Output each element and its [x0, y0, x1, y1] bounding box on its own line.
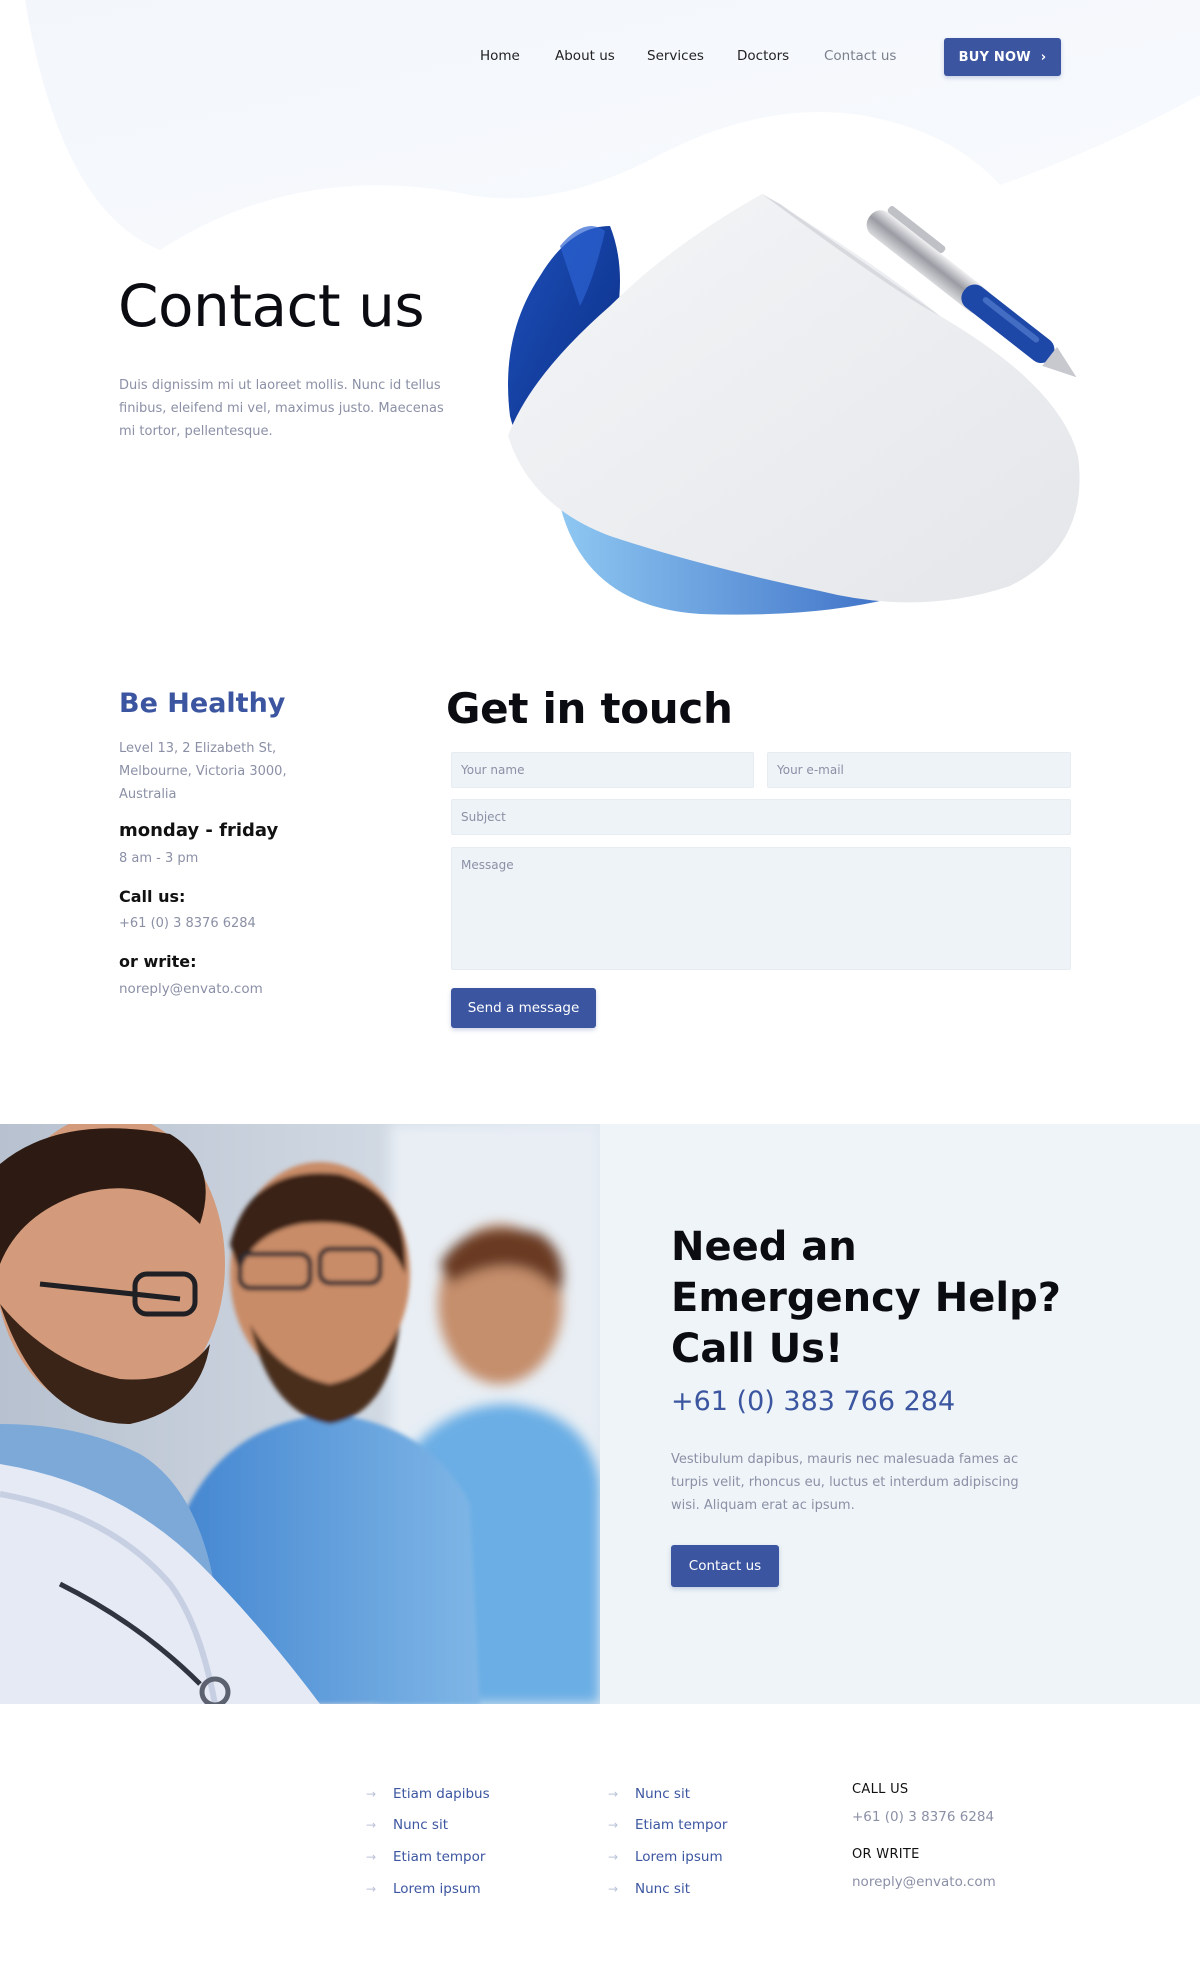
page-title: Contact us	[118, 272, 425, 340]
hero-description: Duis dignissim mi ut laoreet mollis. Nun…	[119, 378, 444, 439]
footer-links-col-2: → Nunc sit → Etiam tempor → Lorem ipsum → Nu…	[608, 1778, 727, 1904]
footer-link-label: Etiam tempor	[393, 1848, 486, 1865]
footer-link-label: Etiam tempor	[635, 1817, 728, 1834]
emergency-description: Vestibulum dapibus, mauris nec malesuada…	[671, 1452, 1019, 1513]
arrow-right-icon: →	[366, 1786, 377, 1801]
footer-phone[interactable]: +61 (0) 3 8376 6284	[852, 1809, 994, 1825]
nav-contact[interactable]: Contact us	[824, 48, 896, 64]
info-hours: 8 am - 3 pm	[119, 851, 199, 866]
arrow-right-icon: →	[366, 1881, 377, 1896]
footer-link[interactable]: → Lorem ipsum	[366, 1873, 490, 1905]
footer-link[interactable]: → Etiam tempor	[608, 1810, 727, 1842]
info-hours-label: monday - friday	[119, 820, 279, 841]
emergency-panel: Need an Emergency Help? Call Us! +61 (0)…	[600, 1124, 1200, 1704]
footer-call-heading: CALL US	[852, 1782, 909, 1797]
arrow-right-icon: →	[608, 1881, 619, 1896]
contact-us-button[interactable]: Contact us	[671, 1545, 779, 1587]
info-title: Be Healthy	[119, 688, 286, 719]
arrow-right-icon: →	[608, 1818, 619, 1833]
send-message-button[interactable]: Send a message	[451, 988, 596, 1028]
clipboard-pen-illustration	[508, 194, 1080, 615]
footer-email[interactable]: noreply@envato.com	[852, 1874, 996, 1890]
footer-link-label: Nunc sit	[635, 1880, 691, 1897]
info-phone[interactable]: +61 (0) 3 8376 6284	[119, 916, 256, 931]
hero-illustration	[500, 186, 1090, 626]
info-call-label: Call us:	[119, 887, 186, 906]
arrow-right-icon: →	[366, 1849, 377, 1864]
nav-services[interactable]: Services	[647, 48, 704, 64]
arrow-right-icon: →	[608, 1849, 619, 1864]
emergency-section: Need an Emergency Help? Call Us! +61 (0)…	[0, 1124, 1200, 1704]
info-address: Level 13, 2 Elizabeth St, Melbourne, Vic…	[119, 741, 287, 802]
emergency-title: Need an Emergency Help? Call Us!	[671, 1224, 1061, 1372]
main-nav: Home About us Services Doctors Contact u…	[0, 38, 1200, 76]
arrow-right-icon: →	[366, 1818, 377, 1833]
nav-about[interactable]: About us	[555, 48, 615, 64]
message-field[interactable]	[451, 847, 1071, 970]
name-field[interactable]	[451, 752, 754, 788]
doctors-photo	[0, 1124, 600, 1704]
subject-field[interactable]	[451, 799, 1071, 835]
footer-links-col-1: → Etiam dapibus → Nunc sit → Etiam tempor →…	[366, 1778, 490, 1904]
nav-doctors[interactable]: Doctors	[737, 48, 789, 64]
nav-home[interactable]: Home	[480, 48, 520, 64]
footer-link-label: Nunc sit	[393, 1817, 449, 1834]
info-email[interactable]: noreply@envato.com	[119, 981, 263, 997]
arrow-right-icon: →	[608, 1786, 619, 1801]
emergency-phone[interactable]: +61 (0) 383 766 284	[671, 1386, 955, 1417]
footer-link[interactable]: → Nunc sit	[608, 1778, 727, 1810]
chevron-right-icon: ›	[1040, 49, 1047, 65]
footer-link[interactable]: → Etiam tempor	[366, 1841, 490, 1873]
footer-link-label: Lorem ipsum	[635, 1848, 723, 1865]
footer-link[interactable]: → Etiam dapibus	[366, 1778, 490, 1810]
footer-link[interactable]: → Lorem ipsum	[608, 1841, 727, 1873]
form-title: Get in touch	[446, 684, 733, 733]
footer-link-label: Lorem ipsum	[393, 1880, 481, 1897]
info-write-label: or write:	[119, 952, 197, 971]
footer-link[interactable]: → Nunc sit	[608, 1873, 727, 1905]
buy-now-label: BUY NOW	[958, 49, 1031, 65]
footer-link-label: Nunc sit	[635, 1785, 691, 1802]
buy-now-button[interactable]: BUY NOW ›	[944, 38, 1061, 76]
footer-write-heading: OR WRITE	[852, 1847, 920, 1862]
footer-link[interactable]: → Nunc sit	[366, 1810, 490, 1842]
doctors-photo-illustration	[0, 1124, 600, 1704]
email-field[interactable]	[767, 752, 1071, 788]
footer-link-label: Etiam dapibus	[393, 1785, 490, 1802]
